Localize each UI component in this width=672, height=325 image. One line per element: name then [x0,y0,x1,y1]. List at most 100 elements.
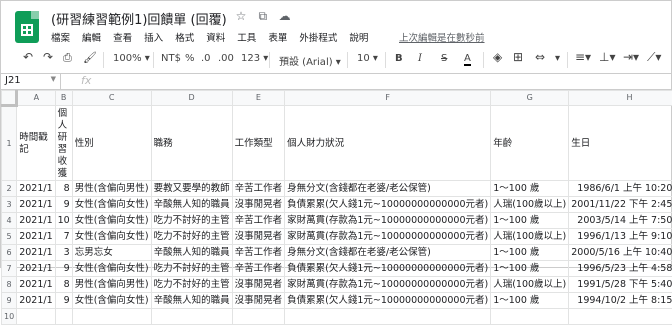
cell-work-type[interactable]: 辛苦工作者 [232,245,285,261]
cell-timestamp[interactable]: 2021/1 [17,261,55,277]
cell-timestamp[interactable]: 2021/1 [17,293,55,309]
empty-cell[interactable] [72,309,151,325]
menu-data[interactable]: 資料 [206,33,225,44]
cloud-status-icon[interactable]: ☁ [276,9,294,23]
cell-position[interactable]: 吃力不討好的主管 [151,261,232,277]
undo-icon[interactable]: ↶ [23,50,33,64]
menu-view[interactable]: 查看 [113,33,132,44]
horizontal-align-icon[interactable]: ≡▾ [575,50,591,64]
cell-work-type[interactable]: 沒事閒晃者 [232,229,285,245]
cell-finance[interactable]: 家財萬貫(存款為1元~10000000000000元者) [285,213,491,229]
strikethrough-button[interactable]: S [441,53,447,64]
empty-cell[interactable] [232,309,285,325]
empty-cell[interactable] [151,309,232,325]
empty-cell[interactable] [285,309,491,325]
header-cell-timestamp[interactable]: 時間戳記 [17,106,55,181]
cell-gender[interactable]: 男性(含偏向男性) [72,181,151,197]
vertical-align-icon[interactable]: ⊥▾ [599,50,615,64]
cell-gender[interactable]: 忘男忘女 [72,245,151,261]
menu-addons[interactable]: 外掛程式 [299,33,337,44]
cell-finance[interactable]: 負債累累(欠人錢1元~10000000000000元者) [285,293,491,309]
cell-gain[interactable]: 8 [55,181,72,197]
row-header[interactable]: 2 [2,181,17,197]
header-cell-birthday[interactable]: 生日 [569,106,672,181]
column-header-b[interactable]: B [55,91,72,106]
cell-gain[interactable]: 10 [55,213,72,229]
row-header[interactable]: 8 [2,277,17,293]
cell-work-type[interactable]: 沒事閒晃者 [232,197,285,213]
borders-icon[interactable]: ⊞ [513,50,523,64]
cell-birthday[interactable]: 1996/1/13 上午 9:10:00 [569,229,672,245]
merge-cells-icon[interactable]: ⇔ [535,50,545,64]
empty-cell[interactable] [569,309,672,325]
cell-work-type[interactable]: 沒事閒晃者 [232,277,285,293]
fill-color-icon[interactable]: ◈ [493,50,502,64]
redo-icon[interactable]: ↷ [43,50,53,64]
cell-position[interactable]: 吃力不討好的主管 [151,213,232,229]
cell-timestamp[interactable]: 2021/1 [17,277,55,293]
cell-work-type[interactable]: 沒事閒晃者 [232,293,285,309]
row-header[interactable]: 3 [2,197,17,213]
header-cell-work-type[interactable]: 工作類型 [232,106,285,181]
cell-gender[interactable]: 女性(含偏向女性) [72,197,151,213]
cell-birthday[interactable]: 1994/10/2 上午 8:15:00 [569,293,672,309]
row-header[interactable]: 9 [2,293,17,309]
cell-gain[interactable]: 9 [55,261,72,277]
menu-forms[interactable]: 表單 [268,33,287,44]
menu-format[interactable]: 格式 [175,33,194,44]
header-cell-gender[interactable]: 性別 [72,106,151,181]
cell-position[interactable]: 要教又要學的教師 [151,181,232,197]
cell-timestamp[interactable]: 2021/1 [17,197,55,213]
cell-gain[interactable]: 9 [55,293,72,309]
cell-age[interactable]: 1～100 歲 [491,261,569,277]
cell-age[interactable]: 人瑞(100歲以上) [491,229,569,245]
sheets-logo-icon[interactable] [15,11,39,43]
zoom-select[interactable]: 100% ▾ [113,53,150,64]
column-header-d[interactable]: D [151,91,232,106]
cell-gain[interactable]: 3 [55,245,72,261]
font-size-select[interactable]: 10 ▾ [357,53,378,64]
increase-decimal-button[interactable]: .00 [218,53,234,64]
cell-work-type[interactable]: 辛苦工作者 [232,261,285,277]
last-edit-link[interactable]: 上次編輯是在數秒前 [399,30,485,44]
cell-position[interactable]: 辛酸無人知的職員 [151,293,232,309]
cell-timestamp[interactable]: 2021/1 [17,181,55,197]
cell-timestamp[interactable]: 2021/1 [17,229,55,245]
italic-button[interactable]: I [418,53,422,64]
column-header-a[interactable]: A [17,91,55,106]
row-header[interactable]: 10 [2,309,17,325]
cell-finance[interactable]: 負債累累(欠人錢1元~10000000000000元者) [285,261,491,277]
text-color-button[interactable]: A [464,53,471,66]
cell-age[interactable]: 人瑞(100歲以上) [491,277,569,293]
cell-gain[interactable]: 7 [55,229,72,245]
header-cell-finance[interactable]: 個人財力狀況 [285,106,491,181]
currency-format-button[interactable]: NT$ [161,53,181,64]
cell-finance[interactable]: 身無分文(含錢都在老婆/老公保管) [285,245,491,261]
cell-birthday[interactable]: 1991/5/28 下午 5:40:00 [569,277,672,293]
cell-timestamp[interactable]: 2021/1 [17,213,55,229]
cell-gain[interactable]: 8 [55,277,72,293]
cell-birthday[interactable]: 2003/5/14 上午 7:50:00 [569,213,672,229]
cell-gender[interactable]: 女性(含偏向女性) [72,261,151,277]
empty-cell[interactable] [55,309,72,325]
row-header[interactable]: 6 [2,245,17,261]
text-rotate-icon[interactable]: ⟋▾ [647,50,661,65]
cell-timestamp[interactable]: 2021/1 [17,245,55,261]
column-header-g[interactable]: G [491,91,569,106]
cell-position[interactable]: 辛酸無人知的職員 [151,245,232,261]
cell-birthday[interactable]: 2000/5/16 上午 10:40:00 [569,245,672,261]
select-all-corner[interactable] [2,91,17,106]
row-header[interactable]: 5 [2,229,17,245]
cell-age[interactable]: 1～100 歲 [491,293,569,309]
cell-gender[interactable]: 女性(含偏向女性) [72,213,151,229]
header-cell-age[interactable]: 年齡 [491,106,569,181]
cell-work-type[interactable]: 辛苦工作者 [232,181,285,197]
decrease-decimal-button[interactable]: .0 [201,53,211,64]
cell-position[interactable]: 吃力不討好的主管 [151,277,232,293]
cell-age[interactable]: 1～100 歲 [491,245,569,261]
header-cell-gain[interactable]: 個人研習收獲 [55,106,72,181]
row-header[interactable]: 4 [2,213,17,229]
cell-age[interactable]: 1～100 歲 [491,181,569,197]
cell-gender[interactable]: 男性(含偏向男性) [72,277,151,293]
cell-age[interactable]: 1～100 歲 [491,213,569,229]
